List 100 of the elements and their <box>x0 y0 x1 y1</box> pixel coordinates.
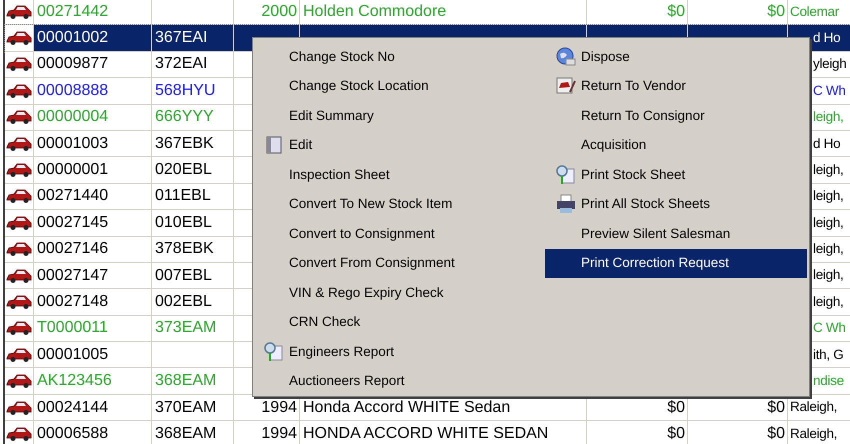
price: $0 <box>767 424 785 444</box>
printer-icon <box>555 193 577 216</box>
rego: 372EAI <box>155 54 208 74</box>
year: 1994 <box>261 424 297 444</box>
owner-name: leigh, <box>813 214 844 232</box>
owner-name: leigh, <box>813 187 844 206</box>
globe-icon <box>555 46 577 68</box>
vehicle-description: Honda Accord WHITE Sedan <box>303 398 510 418</box>
owner-name: leigh, <box>813 240 844 258</box>
car-icon <box>6 56 32 72</box>
rego: 370EAM <box>155 398 216 418</box>
stock-number: 00001002 <box>37 28 108 48</box>
menu-item[interactable]: Edit Summary <box>253 101 545 130</box>
owner-name: Colemar <box>790 2 839 21</box>
stock-number: 00008888 <box>37 80 108 101</box>
rego: 378EBK <box>155 239 214 260</box>
owner-name: C Wh <box>813 82 846 100</box>
menu-item[interactable]: Convert To New Stock Item <box>253 190 545 219</box>
stock-number: 00000004 <box>37 107 108 128</box>
price: $0 <box>667 424 685 444</box>
vehicle-description: HONDA ACCORD WHITE SEDAN <box>303 424 548 444</box>
car-icon <box>6 82 32 99</box>
car-icon <box>6 294 32 310</box>
menu-item[interactable]: Convert to Consignment <box>253 219 545 248</box>
rego: 666YYY <box>155 107 214 128</box>
owner-name: d Ho <box>813 28 840 47</box>
menu-item[interactable]: Change Stock No <box>253 42 545 72</box>
car-icon <box>6 136 32 152</box>
car-icon <box>6 4 32 20</box>
stock-number: 00027145 <box>37 212 108 233</box>
rego: 367EAI <box>155 28 208 48</box>
owner-name: yleigh <box>813 55 846 74</box>
rego: 373EAM <box>155 318 216 338</box>
stock-number: 00271442 <box>37 2 108 22</box>
car-icon <box>6 188 32 204</box>
magnifier-icon <box>263 340 285 363</box>
menu-item[interactable]: Convert From Consignment <box>253 248 545 278</box>
menu-item[interactable]: VIN & Rego Expiry Check <box>253 278 545 308</box>
stock-number: 00271440 <box>37 186 108 206</box>
car-icon <box>6 373 32 390</box>
menu-item[interactable]: Print Stock Sheet <box>545 160 807 190</box>
menu-item[interactable]: Preview Silent Salesman <box>545 219 807 248</box>
owner-name: d Ho <box>813 134 840 153</box>
menu-item[interactable]: Engineers Report <box>253 337 545 366</box>
owner-name: ndise <box>813 372 844 390</box>
stock-number: 00006588 <box>37 424 108 444</box>
stock-number: AK123456 <box>37 371 112 392</box>
stock-number: T0000011 <box>37 318 108 338</box>
menu-item[interactable]: Print Correction Request <box>545 248 807 278</box>
stock-number: 00009877 <box>37 54 108 74</box>
stock-number: 00001003 <box>37 134 108 154</box>
rego: 002EBL <box>155 292 212 312</box>
owner-name: leigh, <box>813 160 844 179</box>
stock-number: 00024144 <box>37 398 108 418</box>
car-icon <box>6 30 32 46</box>
car-icon <box>6 241 32 258</box>
rego: 367EBK <box>155 134 214 154</box>
menu-item[interactable]: Acquisition <box>545 130 807 160</box>
magnifier-icon <box>555 164 577 186</box>
year: 1994 <box>261 398 297 418</box>
vehicle-description: Holden Commodore <box>303 2 446 22</box>
car-icon <box>6 268 32 284</box>
menu-item[interactable]: Return To Consignor <box>545 101 807 130</box>
menu-item[interactable]: Inspection Sheet <box>253 160 545 190</box>
owner-name: C Wh <box>813 319 846 338</box>
owner-name: Raleigh, <box>790 398 838 416</box>
owner-name: leigh, <box>813 292 844 311</box>
rego: 007EBL <box>155 266 212 286</box>
car-icon <box>6 320 32 336</box>
owner-name: Raleigh, <box>790 424 838 443</box>
price: $0 <box>667 398 685 418</box>
menu-item[interactable]: Edit <box>253 130 545 160</box>
stock-number: 00027148 <box>37 292 108 312</box>
owner-name: ith, G <box>813 346 844 364</box>
owner-name: leigh, <box>813 266 844 284</box>
car-icon <box>6 400 32 416</box>
owner-name: leigh, <box>813 108 844 126</box>
car-icon <box>6 109 32 126</box>
year: 2000 <box>261 2 297 22</box>
car-icon <box>6 346 32 363</box>
price: $0 <box>767 2 785 22</box>
menu-item[interactable]: Change Stock Location <box>253 72 545 101</box>
menu-item[interactable]: Return To Vendor <box>545 72 807 101</box>
car-icon <box>6 426 32 442</box>
rego: 368EAM <box>155 424 216 444</box>
stock-number: 00027146 <box>37 239 108 260</box>
price: $0 <box>767 398 785 418</box>
menu-item[interactable]: Print All Stock Sheets <box>545 190 807 219</box>
menu-item[interactable]: Auctioneers Report <box>253 366 545 396</box>
car-icon <box>6 162 32 178</box>
rego: 011EBL <box>155 186 211 206</box>
stock-number: 00000001 <box>37 160 108 180</box>
rego: 010EBL <box>155 212 212 233</box>
price: $0 <box>667 2 685 22</box>
car-icon <box>6 214 32 231</box>
menu-item[interactable]: Dispose <box>545 42 807 72</box>
stock-number: 00027147 <box>37 266 108 286</box>
rego: 368EAM <box>155 371 216 392</box>
stock-number: 00001005 <box>37 344 108 365</box>
menu-item[interactable]: CRN Check <box>253 308 545 337</box>
